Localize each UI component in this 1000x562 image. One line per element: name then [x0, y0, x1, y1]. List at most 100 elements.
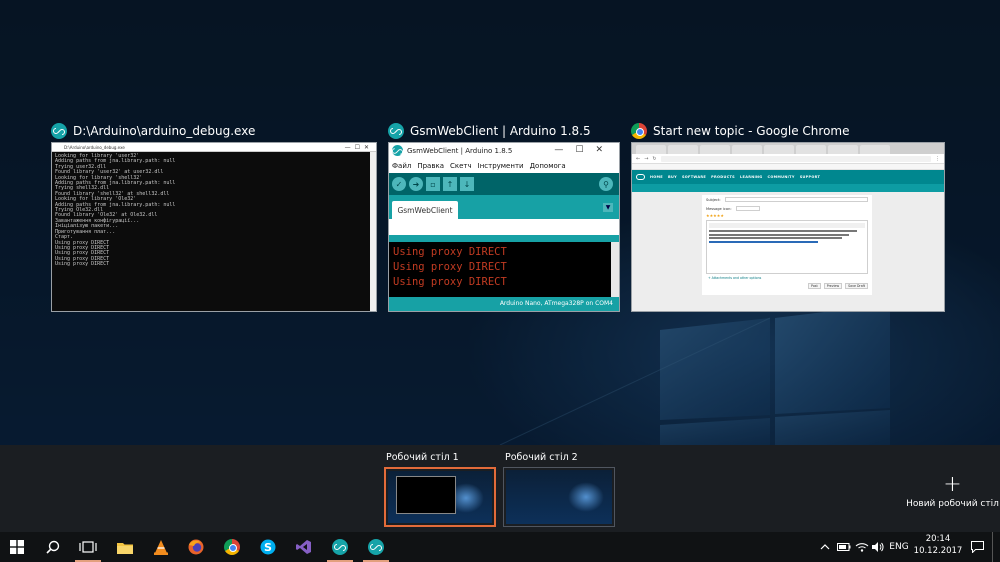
browser-tab[interactable] [828, 145, 858, 154]
message-icon-select[interactable] [735, 206, 760, 211]
menu-help[interactable]: Допомога [530, 162, 566, 170]
browser-tab[interactable] [764, 145, 794, 154]
arduino-toolbar: ✓ ➜ ▫ ↑ ↓ ⚲ [389, 173, 619, 195]
wifi-icon[interactable] [854, 532, 870, 562]
url-input[interactable] [660, 155, 931, 162]
nav-support[interactable]: SUPPORT [800, 175, 821, 179]
site-navbar: HOME BUY SOFTWARE PRODUCTS LEARNING COMM… [632, 170, 944, 184]
console-line: Using proxy DIRECT [55, 261, 110, 268]
text-line [709, 240, 819, 243]
tab-menu-chevron-down-icon[interactable]: ▼ [603, 203, 613, 212]
nav-learning[interactable]: LEARNING [740, 175, 762, 179]
taskbar-clock[interactable]: 20:14 10.12.2017 [908, 533, 968, 557]
window-title-arduino[interactable]: GsmWebClient | Arduino 1.8.5 [388, 122, 591, 140]
back-arrow-icon[interactable]: ← [636, 156, 640, 162]
message-editor[interactable] [706, 220, 868, 274]
console-scrollbar [611, 242, 619, 297]
verify-check-icon[interactable]: ✓ [392, 177, 406, 191]
nav-products[interactable]: PRODUCTS [711, 175, 735, 179]
new-desktop-button[interactable]: + Новий робочий стіл [905, 474, 1000, 514]
serial-monitor-icon[interactable]: ⚲ [599, 177, 613, 191]
browser-tab[interactable] [668, 145, 698, 154]
browser-tab[interactable] [700, 145, 730, 154]
console-line: Using proxy DIRECT [393, 261, 507, 273]
arduino-icon[interactable] [359, 532, 393, 562]
show-desktop-button[interactable] [992, 532, 1000, 562]
address-bar: ← → ↻ ⋮ [632, 154, 944, 164]
chrome-window-thumbnail[interactable]: ← → ↻ ⋮ HOME BUY SOFTWARE PRODUCTS LEARN… [631, 142, 945, 312]
skype-icon[interactable]: S [251, 532, 285, 562]
action-center-icon[interactable] [968, 532, 986, 562]
firefox-icon[interactable] [179, 532, 213, 562]
clock-time: 20:14 [925, 534, 951, 544]
search-icon[interactable] [36, 532, 70, 562]
window-title-console[interactable]: D:\Arduino\arduino_debug.exe [51, 122, 255, 140]
browser-tab[interactable] [636, 145, 666, 154]
editor-toolbar [709, 223, 865, 228]
desktop-1-label[interactable]: Робочий стіл 1 [386, 452, 459, 463]
console-titlebar: D:\Arduino\arduino_debug.exe —☐✕ [52, 143, 376, 152]
arduino-titlebar: GsmWebClient | Arduino 1.8.5 —☐✕ [389, 143, 619, 159]
console-line: Using proxy DIRECT [393, 246, 507, 258]
battery-icon[interactable] [836, 532, 852, 562]
browser-tab[interactable] [732, 145, 762, 154]
save-down-arrow-icon[interactable]: ↓ [460, 177, 474, 191]
tab-gsmwebclient[interactable]: GsmWebClient [392, 201, 458, 219]
nav-community[interactable]: COMMUNITY [767, 175, 794, 179]
new-desktop-label: Новий робочий стіл [906, 499, 999, 509]
save-draft-button[interactable]: Save Draft [845, 283, 868, 289]
svg-text:S: S [264, 541, 272, 554]
desktop-1-thumbnail[interactable] [384, 467, 496, 527]
visual-studio-icon[interactable] [287, 532, 321, 562]
editor-divider [389, 235, 619, 242]
code-editor[interactable] [389, 219, 619, 235]
text-line [709, 237, 842, 239]
upload-arrow-icon[interactable]: ➜ [409, 177, 423, 191]
menu-file[interactable]: Файл [392, 162, 411, 170]
arduino-logo [368, 539, 384, 555]
nav-home[interactable]: HOME [650, 175, 663, 179]
menu-dots-icon[interactable]: ⋮ [935, 156, 940, 162]
nav-buy[interactable]: BUY [668, 175, 677, 179]
chevron-up-icon[interactable] [818, 532, 832, 562]
browser-tab[interactable] [796, 145, 826, 154]
post-button[interactable]: Post [808, 283, 821, 289]
task-view-icon[interactable] [71, 532, 105, 562]
arduino-window-thumbnail[interactable]: GsmWebClient | Arduino 1.8.5 —☐✕ Файл Пр… [388, 142, 620, 312]
volume-icon[interactable] [871, 532, 885, 562]
arduino-icon[interactable] [323, 532, 357, 562]
browser-tab[interactable] [860, 145, 890, 154]
arduino-logo-icon[interactable] [636, 174, 645, 180]
file-explorer-icon[interactable] [108, 532, 142, 562]
menu-edit[interactable]: Правка [417, 162, 444, 170]
arduino-console: Using proxy DIRECT Using proxy DIRECT Us… [389, 242, 619, 297]
menu-tools[interactable]: Інструменти [478, 162, 524, 170]
arduino-icon [388, 123, 404, 139]
message-icon-row: Message icon: [702, 204, 872, 213]
arduino-icon [392, 145, 403, 156]
window-title-chrome[interactable]: Start new topic - Google Chrome [631, 122, 850, 140]
desktop-2-thumbnail[interactable] [503, 467, 615, 527]
arduino-menubar: Файл Правка Скетч Інструменти Допомога [389, 159, 619, 173]
reload-icon[interactable]: ↻ [652, 156, 656, 162]
forward-arrow-icon[interactable]: → [644, 156, 648, 162]
windows-start-icon[interactable] [0, 532, 34, 562]
open-up-arrow-icon[interactable]: ↑ [443, 177, 457, 191]
nav-software[interactable]: SOFTWARE [682, 175, 706, 179]
star-rating-icon: ★★★★★ [706, 213, 724, 218]
console-scrollbar [370, 152, 376, 311]
arduino-tabbar: GsmWebClient ▼ [389, 195, 619, 219]
message-icon-label: Message icon: [706, 206, 732, 211]
subject-input[interactable] [724, 197, 868, 202]
desktop-2-label[interactable]: Робочий стіл 2 [505, 452, 578, 463]
vlc-icon[interactable] [144, 532, 178, 562]
arduino-logo [332, 539, 348, 555]
menu-sketch[interactable]: Скетч [450, 162, 472, 170]
new-file-icon[interactable]: ▫ [426, 177, 440, 191]
wallpaper-glow [568, 482, 604, 512]
console-window-thumbnail[interactable]: D:\Arduino\arduino_debug.exe —☐✕ Looking… [51, 142, 377, 312]
console-line: Using proxy DIRECT [393, 276, 507, 288]
chrome-icon[interactable] [215, 532, 249, 562]
window-title-text: D:\Arduino\arduino_debug.exe [73, 124, 256, 138]
preview-button[interactable]: Preview [823, 283, 843, 289]
